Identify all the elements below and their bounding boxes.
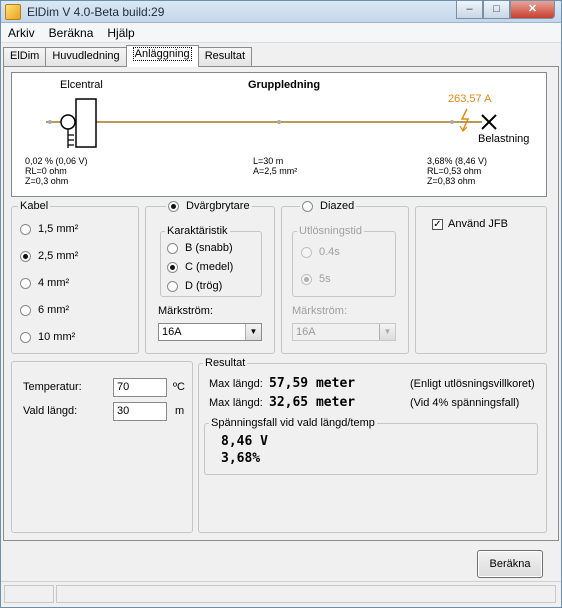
spanningsfall-pct: 3,68% (221, 451, 261, 466)
spanningsfall-volt: 8,46 V (221, 434, 268, 449)
window-title: ElDim V 4.0-Beta build:29 (27, 5, 165, 19)
utlosning-group: Utlösningstid 0.4s 5s (292, 225, 396, 297)
kabel-title: Kabel (18, 200, 51, 212)
app-window: ElDim V 4.0-Beta build:29 – □ ✕ Arkiv Be… (0, 0, 562, 608)
tab-anlaggning[interactable]: Anläggning (125, 45, 199, 67)
langd-input[interactable]: 30 (113, 402, 167, 421)
utlosning-title: Utlösningstid (297, 225, 364, 237)
tab-resultat[interactable]: Resultat (197, 47, 253, 67)
max-langd-label-1: Max längd: (209, 378, 263, 390)
diazed-group: Diazed Utlösningstid 0.4s 5s Märkström: … (281, 200, 409, 354)
radio-selected-icon (301, 273, 312, 285)
menu-hjalp[interactable]: Hjälp (100, 23, 141, 42)
diazed-markstrom-label: Märkström: (292, 305, 347, 317)
menu-arkiv[interactable]: Arkiv (1, 23, 42, 42)
current-label: 263,57 A (448, 93, 492, 105)
radio-selected-icon (168, 200, 179, 212)
karakteristik-group: Karaktäristik B (snabb) C (medel) D (trö… (160, 225, 262, 297)
status-bar (1, 581, 561, 607)
langd-label: Vald längd: (23, 405, 78, 417)
radio-icon (301, 246, 312, 258)
elcentral-box (75, 98, 97, 148)
utl-option-5[interactable]: 5s (301, 273, 331, 285)
ground-symbol (67, 129, 74, 148)
title-bar: ElDim V 4.0-Beta build:29 – □ ✕ (1, 1, 561, 23)
kar-option-d[interactable]: D (trög) (167, 280, 222, 292)
inputs-group: Temperatur: 70 ºC Vald längd: 30 m (11, 361, 193, 533)
max-langd-label-2: Max längd: (209, 397, 263, 409)
kabel-option-4[interactable]: 4 mm² (20, 277, 69, 289)
temperatur-unit: ºC (173, 381, 185, 393)
radio-icon (167, 280, 178, 292)
max-langd-value-1: 57,59 meter (269, 376, 356, 391)
load-label: Belastning (478, 133, 530, 145)
radio-icon (20, 304, 31, 316)
lightning-icon (460, 108, 470, 131)
kabel-option-1-5[interactable]: 1,5 mm² (20, 223, 78, 235)
chevron-down-icon: ▼ (379, 324, 395, 340)
spanningsfall-group: Spänningsfall vid vald längd/temp 8,46 V… (204, 417, 538, 475)
radio-icon (20, 277, 31, 289)
radio-selected-icon (20, 250, 31, 262)
left-node (48, 120, 52, 124)
meter-circle (60, 114, 76, 130)
radio-icon (302, 200, 313, 212)
kabel-option-2-5[interactable]: 2,5 mm² (20, 250, 78, 262)
max-langd-note-2: (Vid 4% spänningsfall) (410, 397, 520, 409)
circuit-diagram: Gruppledning Elcentral 263,57 A Belastni… (11, 72, 547, 197)
kabel-group: Kabel 1,5 mm² 2,5 mm² 4 mm² 6 mm² 10 mm² (11, 200, 139, 354)
radio-icon (20, 223, 31, 235)
tab-eldim[interactable]: ElDim (3, 47, 47, 67)
max-langd-value-2: 32,65 meter (269, 395, 356, 410)
load-cross-icon (481, 114, 497, 130)
temperatur-input[interactable]: 70 (113, 378, 167, 397)
dvarg-markstrom-label: Märkström: (158, 305, 213, 317)
radio-selected-icon (167, 261, 178, 273)
chevron-down-icon: ▼ (245, 324, 261, 340)
kar-option-b[interactable]: B (snabb) (167, 242, 233, 254)
kabel-option-10[interactable]: 10 mm² (20, 331, 75, 343)
minimize-button[interactable]: – (456, 1, 483, 19)
left-info: 0,02 % (0,06 V) RL=0 ohm Z=0,3 ohm (25, 156, 88, 186)
berakna-button[interactable]: Beräkna (477, 550, 543, 578)
mid-info: L=30 m A=2,5 mm² (253, 156, 298, 176)
utl-option-04[interactable]: 0.4s (301, 246, 340, 258)
status-panel-1 (4, 585, 54, 603)
status-panel-2 (56, 585, 556, 603)
tab-huvudledning[interactable]: Huvudledning (45, 47, 127, 67)
tab-strip: ElDim Huvudledning Anläggning Resultat (3, 45, 253, 67)
dvarg-group: Dvärgbrytare Karaktäristik B (snabb) C (… (145, 200, 275, 354)
close-button[interactable]: ✕ (510, 1, 555, 19)
maximize-button[interactable]: □ (483, 1, 510, 19)
radio-icon (20, 331, 31, 343)
menu-bar: Arkiv Beräkna Hjälp (1, 23, 561, 43)
max-langd-note-1: (Enligt utlösningsvillkoret) (410, 378, 535, 390)
resultat-group: Resultat Max längd: 57,59 meter (Enligt … (198, 357, 547, 533)
jfb-group: ✓ Använd JFB (415, 206, 547, 354)
mid-node (277, 120, 281, 124)
dvarg-radio[interactable]: Dvärgbrytare (166, 200, 252, 212)
karakteristik-title: Karaktäristik (165, 225, 230, 237)
menu-berakna[interactable]: Beräkna (42, 23, 101, 42)
temperatur-label: Temperatur: (23, 381, 82, 393)
kabel-option-6[interactable]: 6 mm² (20, 304, 69, 316)
spanningsfall-title: Spänningsfall vid vald längd/temp (209, 417, 377, 429)
diagram-heading: Gruppledning (248, 79, 321, 91)
jfb-checkbox[interactable]: ✓ (432, 219, 443, 230)
app-icon (5, 4, 21, 20)
langd-unit: m (175, 405, 185, 417)
right-node (450, 120, 454, 124)
diazed-markstrom-select[interactable]: 16A ▼ (292, 323, 396, 341)
right-info: 3,68% (8,46 V) RL=0,53 ohm Z=0,83 ohm (427, 156, 488, 186)
diazed-radio[interactable]: Diazed (300, 200, 357, 212)
jfb-label: Använd JFB (448, 218, 508, 230)
radio-icon (167, 242, 178, 254)
elcentral-label: Elcentral (60, 79, 103, 91)
kar-option-c[interactable]: C (medel) (167, 261, 233, 273)
dvarg-markstrom-select[interactable]: 16A ▼ (158, 323, 262, 341)
resultat-title: Resultat (203, 357, 248, 369)
